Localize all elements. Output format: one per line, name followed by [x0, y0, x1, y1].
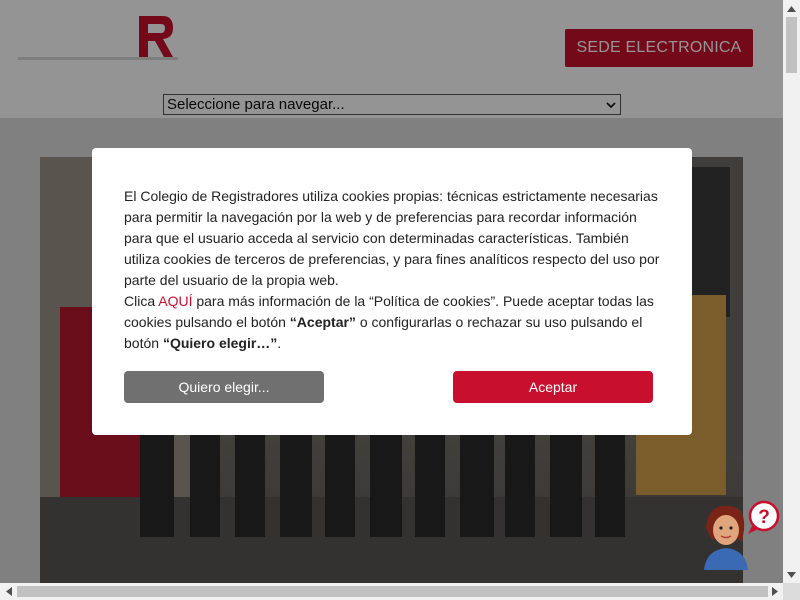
horizontal-scrollbar[interactable] — [0, 583, 783, 600]
quiero-elegir-button[interactable]: Quiero elegir... — [124, 371, 324, 403]
scroll-up-arrow-icon[interactable] — [783, 0, 800, 17]
horizontal-scrollbar-thumb[interactable] — [17, 586, 768, 597]
cookie-description: El Colegio de Registradores utiliza cook… — [124, 188, 660, 288]
cookie-instructions: Clica AQUÍ para más información de la “P… — [124, 291, 660, 354]
scroll-right-arrow-icon[interactable] — [766, 583, 783, 600]
vertical-scrollbar[interactable] — [783, 0, 800, 583]
help-assistant-icon[interactable]: ? — [698, 498, 782, 570]
cookie-policy-link[interactable]: AQUÍ — [158, 293, 192, 309]
choose-reference: “Quiero elegir…” — [162, 335, 278, 351]
page: SEDE ELECTRONICA Seleccione para navegar… — [0, 0, 783, 583]
cookie-instructions-prefix: Clica — [124, 293, 159, 309]
cookie-consent-dialog: El Colegio de Registradores utiliza cook… — [92, 148, 692, 435]
vertical-scrollbar-thumb[interactable] — [786, 17, 797, 73]
accept-cookies-button[interactable]: Aceptar — [453, 371, 653, 403]
svg-text:?: ? — [758, 507, 770, 528]
cookie-instructions-end: . — [277, 335, 282, 351]
scroll-left-arrow-icon[interactable] — [0, 583, 17, 600]
scrollbar-corner — [783, 583, 800, 600]
scroll-down-arrow-icon[interactable] — [783, 566, 800, 583]
accept-reference: “Aceptar” — [289, 314, 356, 330]
